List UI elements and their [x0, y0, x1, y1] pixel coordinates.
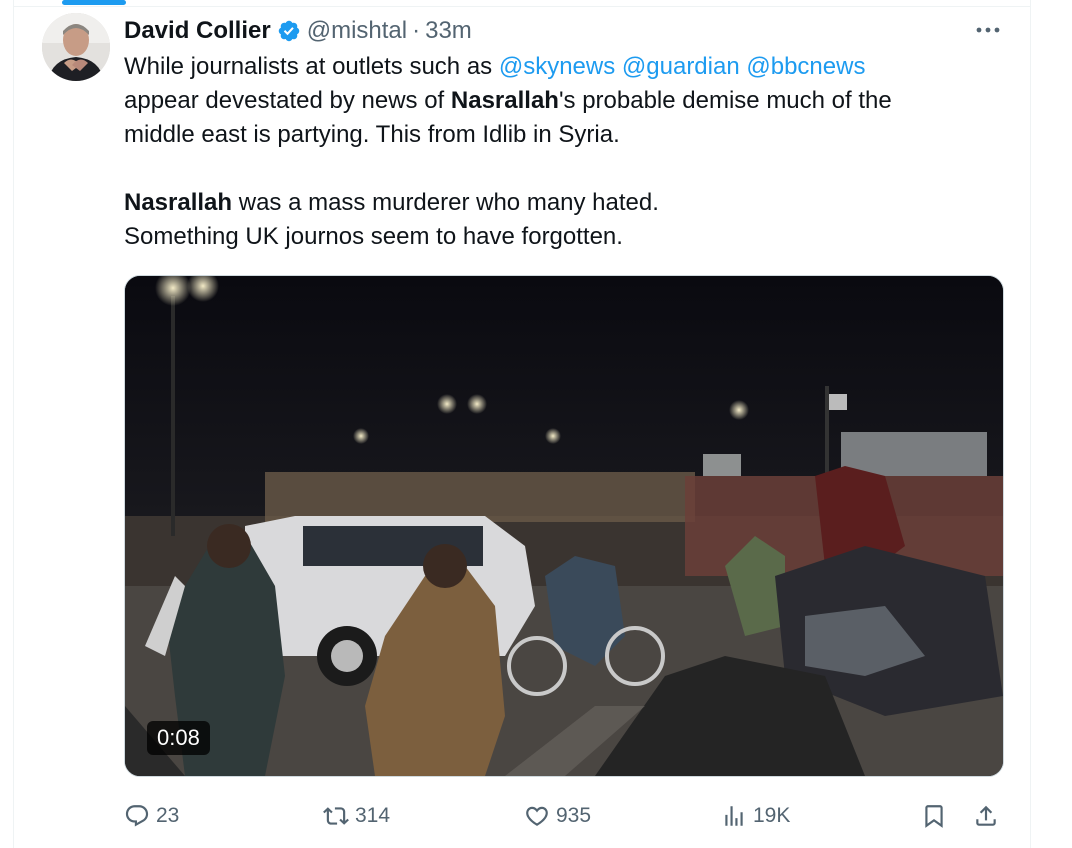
- text-segment: While journalists at outlets such as: [124, 53, 499, 80]
- bookmark-icon: [925, 805, 943, 828]
- video-player[interactable]: 0:08: [124, 275, 1004, 777]
- tweet-line: Something UK journos seem to have forgot…: [124, 223, 623, 250]
- bold-name: Nasrallah: [124, 189, 233, 216]
- active-tab-indicator: [62, 0, 126, 5]
- more-icon[interactable]: [972, 18, 1004, 42]
- mention-guardian[interactable]: @guardian: [622, 53, 740, 80]
- bookmark-button[interactable]: [921, 796, 953, 836]
- verified-badge-icon[interactable]: [277, 19, 301, 43]
- action-bar: 23 314 935 19K: [124, 796, 1014, 836]
- like-button[interactable]: 935: [524, 796, 591, 836]
- repost-count: 314: [355, 804, 391, 827]
- repost-button[interactable]: 314: [323, 796, 390, 836]
- repost-icon: [323, 807, 349, 825]
- page: David Collier @mishtal · 33m While journ…: [0, 0, 1072, 848]
- separator-dot: ·: [412, 17, 421, 44]
- avatar[interactable]: [42, 13, 110, 81]
- mention-skynews[interactable]: @skynews: [499, 53, 615, 80]
- tweet-line: middle east is partying. This from Idlib…: [124, 121, 620, 148]
- text-segment: was a mass murderer who many hated.: [232, 189, 659, 216]
- tweet-line: appear devestated by news of Nasrallah's…: [124, 84, 1004, 118]
- tweet-line: Nasrallah was a mass murderer who many h…: [124, 186, 1004, 220]
- like-count: 935: [556, 804, 592, 827]
- reply-button[interactable]: 23: [124, 796, 179, 836]
- timestamp[interactable]: 33m: [425, 17, 472, 45]
- tweet-header: David Collier @mishtal · 33m: [124, 14, 472, 48]
- mention-bbcnews[interactable]: @bbcnews: [746, 53, 865, 80]
- video-thumbnail: [125, 276, 1003, 776]
- views-button[interactable]: 19K: [721, 796, 790, 836]
- display-name[interactable]: David Collier: [124, 17, 271, 45]
- divider: [14, 6, 1030, 7]
- timeline-column: David Collier @mishtal · 33m While journ…: [13, 0, 1031, 848]
- reply-icon: [125, 805, 149, 827]
- share-button[interactable]: [973, 796, 1005, 836]
- heart-icon: [526, 806, 548, 826]
- video-duration: 0:08: [147, 721, 210, 755]
- handle[interactable]: @mishtal: [307, 17, 407, 45]
- views-count: 19K: [753, 804, 791, 827]
- text-segment: 's probable demise much of the: [558, 87, 892, 114]
- tweet-line: While journalists at outlets such as @sk…: [124, 50, 1004, 84]
- views-icon: [725, 806, 743, 826]
- reply-count: 23: [156, 804, 180, 827]
- text-segment: appear devestated by news of: [124, 87, 451, 114]
- bold-name: Nasrallah: [450, 87, 559, 114]
- tweet-text: While journalists at outlets such as @sk…: [124, 50, 1004, 254]
- author-photo: [42, 13, 110, 81]
- share-icon: [976, 805, 996, 826]
